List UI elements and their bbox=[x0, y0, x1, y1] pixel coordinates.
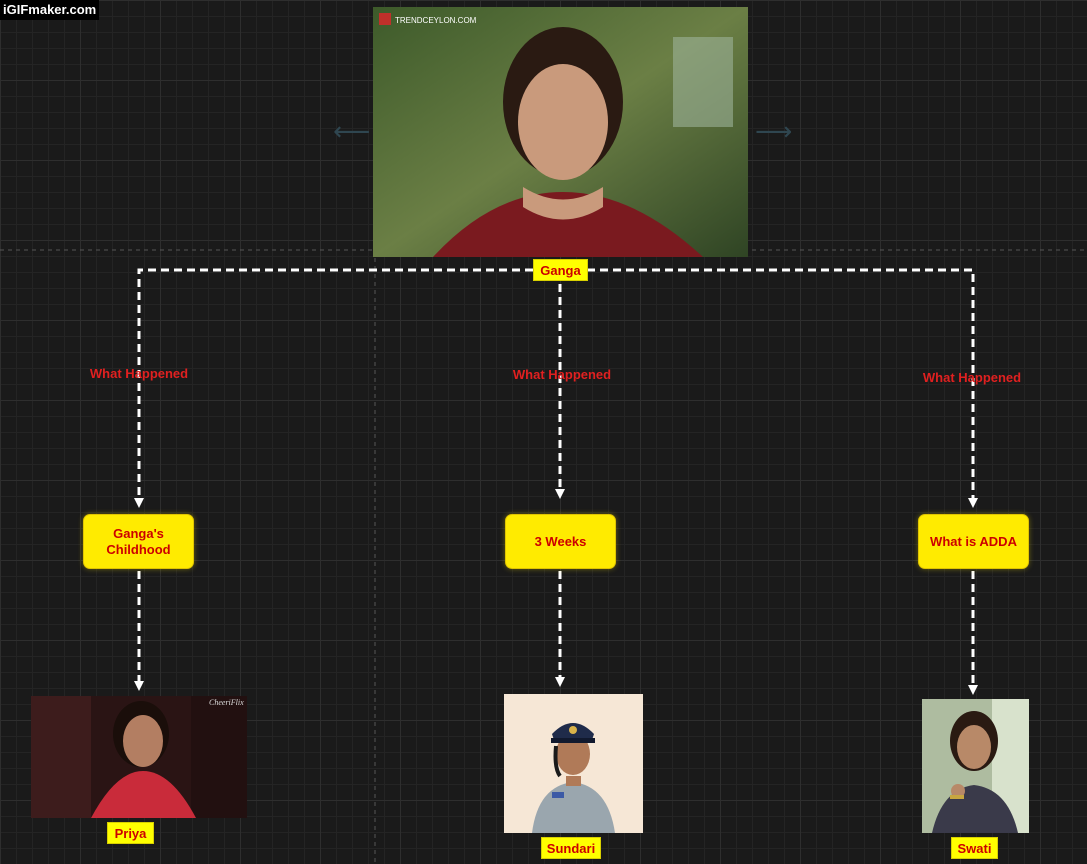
node-what-is-adda[interactable]: What is ADDA bbox=[918, 514, 1029, 569]
root-photo-caption: TRENDCEYLON.COM bbox=[395, 16, 477, 25]
swati-label: Swati bbox=[951, 837, 998, 859]
swati-photo bbox=[922, 699, 1029, 833]
priya-label: Priya bbox=[107, 822, 154, 844]
sundari-label: Sundari bbox=[541, 837, 601, 859]
priya-photo: CheeriFlix bbox=[31, 696, 247, 818]
edge-label-adda: What Happened bbox=[922, 370, 1022, 385]
edge-label-childhood: What Happened bbox=[89, 366, 189, 381]
edge-label-3weeks: What Happened bbox=[512, 367, 612, 382]
sundari-photo bbox=[504, 694, 643, 833]
root-label: Ganga bbox=[533, 259, 588, 281]
edge-ganga-adda bbox=[587, 268, 978, 508]
root-photo: TRENDCEYLON.COM bbox=[373, 7, 748, 257]
node-3-weeks[interactable]: 3 Weeks bbox=[505, 514, 616, 569]
edge-ganga-childhood bbox=[134, 268, 533, 508]
node-gangas-childhood[interactable]: Ganga's Childhood bbox=[83, 514, 194, 569]
arrow-right-icon: ⟶ bbox=[755, 116, 793, 146]
arrow-left-icon: ⟵ bbox=[333, 116, 371, 146]
priya-photo-caption: CheeriFlix bbox=[209, 698, 244, 707]
